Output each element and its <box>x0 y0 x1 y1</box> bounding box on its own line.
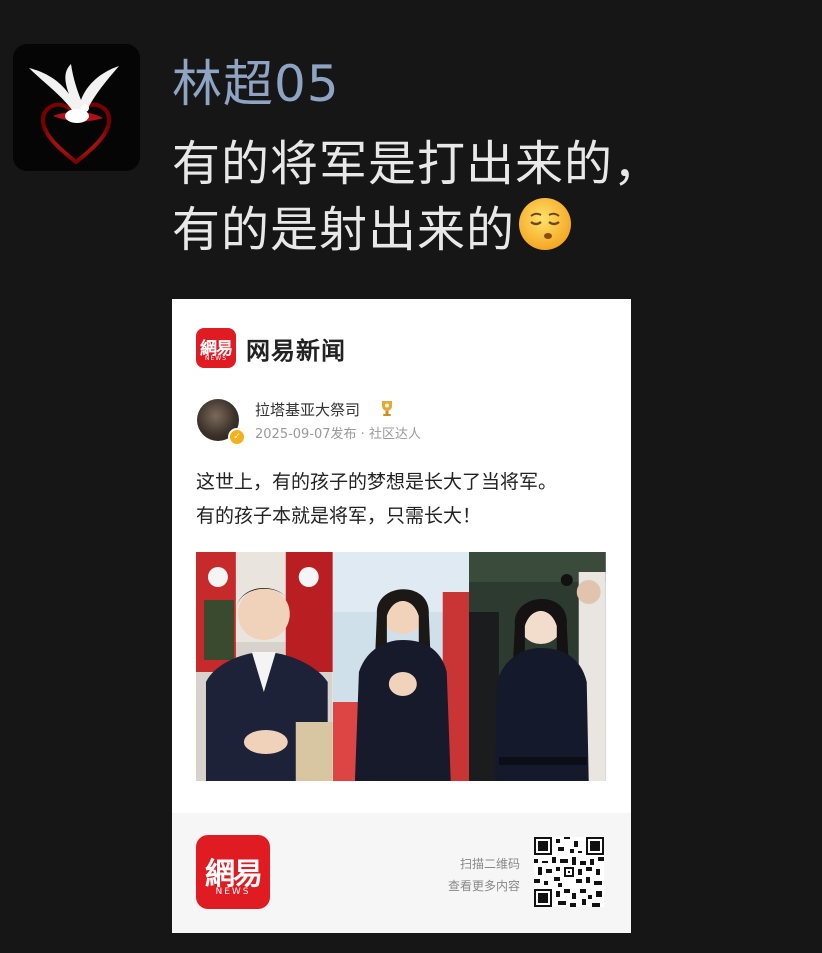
photo-1 <box>196 552 333 781</box>
author-name: 拉塔基亚大祭司 <box>255 401 361 419</box>
card-post-text: 这世上，有的孩子的梦想是长大了当将军。 有的孩子本就是将军，只需长大！ <box>196 465 616 533</box>
qr-caption: 扫描二维码 查看更多内容 <box>448 853 520 897</box>
photo-strip <box>196 552 607 781</box>
photo-3 <box>469 552 607 781</box>
message-line-1: 有的将军是打出来的， <box>172 136 663 192</box>
card-text-line-1: 这世上，有的孩子的梦想是长大了当将军。 <box>196 471 558 493</box>
face-with-closed-eyes-emoji-icon <box>519 198 572 250</box>
verified-badge-icon: ✓ <box>228 428 246 446</box>
qr-code-icon[interactable] <box>534 837 604 907</box>
post-message: 有的将军是打出来的， 有的是射出来的 <box>172 132 772 262</box>
card-footer: 網易 NEWS 扫描二维码 查看更多内容 <box>172 813 631 933</box>
footer-logo-sub: NEWS <box>215 887 251 897</box>
username[interactable]: 林超05 <box>172 52 340 116</box>
trophy-icon <box>382 401 392 416</box>
brand-logo-sub: NEWS <box>204 355 228 362</box>
netease-logo-icon: 網易 NEWS <box>196 328 236 368</box>
message-line-2: 有的是射出来的 <box>172 196 772 262</box>
message-line-2-text: 有的是射出来的 <box>172 202 516 258</box>
qr-caption-line-2: 查看更多内容 <box>447 879 520 893</box>
shared-news-card[interactable]: 網易 NEWS 网易新闻 ✓ 拉塔基亚大祭司 2025-09-07发布 · 社区… <box>172 299 631 933</box>
photo-2 <box>332 552 470 781</box>
card-text-line-2: 有的孩子本就是将军，只需长大！ <box>196 505 482 527</box>
qr-caption-line-1: 扫描二维码 <box>459 857 520 871</box>
brand-header: 網易 NEWS 网易新闻 <box>196 328 346 368</box>
author-meta: 2025-09-07发布 · 社区达人 <box>255 427 421 442</box>
brand-name: 网易新闻 <box>246 336 346 365</box>
netease-app-logo-icon: 網易 NEWS <box>196 835 270 909</box>
user-avatar[interactable] <box>13 44 140 171</box>
dove-heart-icon <box>29 64 119 165</box>
